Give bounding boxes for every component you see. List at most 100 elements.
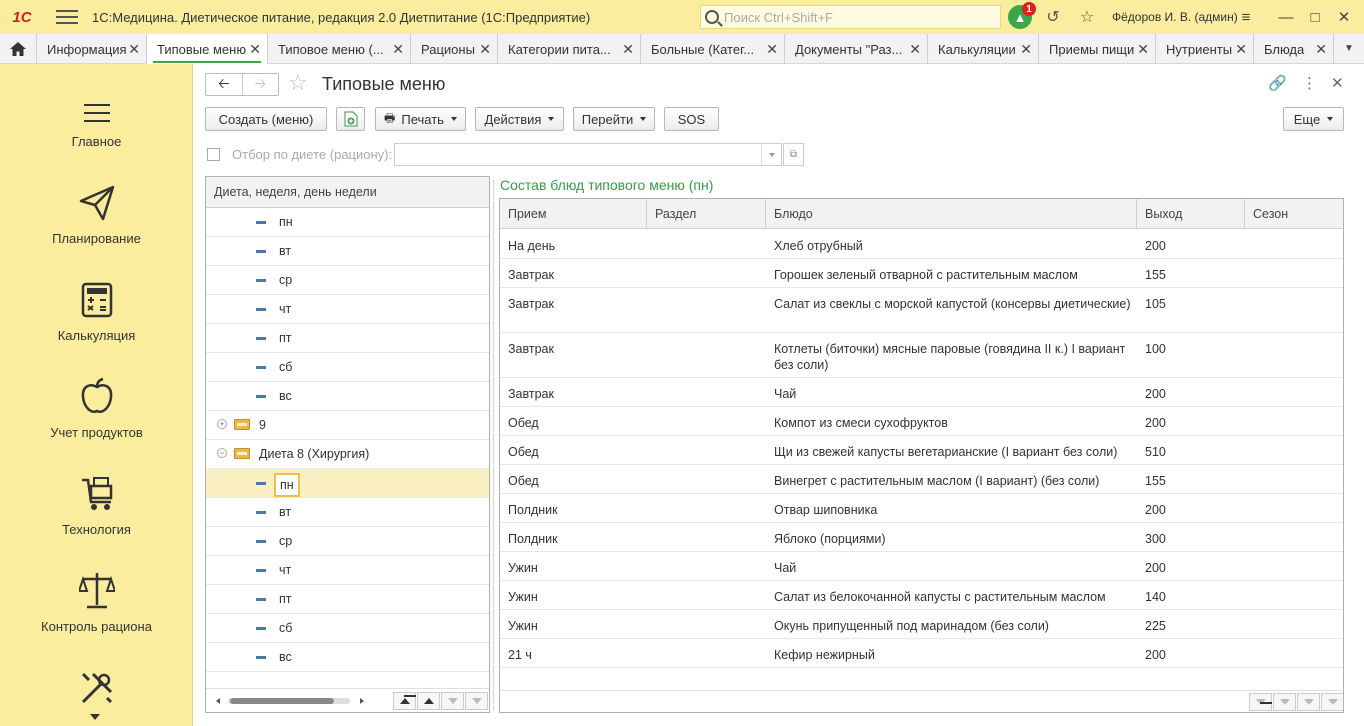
table-row[interactable]: Полдник Яблоко (порциями) 300 xyxy=(500,523,1343,552)
close-tab-icon[interactable]: ✕ xyxy=(392,41,404,58)
diet-filter-open-button[interactable]: ⧉ xyxy=(783,143,804,166)
tree-horizontal-scrollbar[interactable] xyxy=(214,698,364,704)
tree-day-row[interactable]: сб xyxy=(206,353,489,382)
close-tab-icon[interactable]: ✕ xyxy=(1020,41,1032,58)
column-header-dish[interactable]: Блюдо xyxy=(766,199,1137,229)
close-window-button[interactable]: ✕ xyxy=(1329,0,1359,34)
table-first-button[interactable] xyxy=(1249,693,1272,711)
tree-day-row[interactable]: пт xyxy=(206,324,489,353)
close-tab-icon[interactable]: ✕ xyxy=(766,41,778,58)
tree-day-row[interactable]: ср xyxy=(206,266,489,295)
table-row[interactable]: Завтрак Горошек зеленый отварной с растит… xyxy=(500,259,1343,288)
tree-expander-icon[interactable]: + xyxy=(217,419,227,429)
history-icon[interactable]: ↺ xyxy=(1040,7,1066,27)
sidebar-item-technology[interactable]: Технология xyxy=(0,452,193,549)
tree-day-row[interactable]: вс xyxy=(206,382,489,411)
sidebar-item-products[interactable]: Учет продуктов xyxy=(0,355,193,452)
sos-button[interactable]: SOS xyxy=(664,107,719,131)
tab-calculations[interactable]: Калькуляции ✕ xyxy=(928,34,1039,64)
close-tab-icon[interactable]: ✕ xyxy=(1315,41,1327,58)
tree-day-row[interactable]: чт xyxy=(206,295,489,324)
close-tab-icon[interactable]: ✕ xyxy=(622,41,634,58)
tab-typical-menu-item[interactable]: Типовое меню (... ✕ xyxy=(268,34,411,64)
close-tab-icon[interactable]: ✕ xyxy=(909,41,921,58)
tree-day-row[interactable]: ср xyxy=(206,527,489,556)
add-favorite-star-icon[interactable]: ☆ xyxy=(288,70,308,96)
table-row[interactable]: 21 ч Кефир нежирный 200 xyxy=(500,639,1343,668)
tab-info[interactable]: Информация ✕ xyxy=(37,34,147,64)
tab-documents[interactable]: Документы "Раз... ✕ xyxy=(785,34,928,64)
main-menu-icon[interactable] xyxy=(56,10,78,24)
table-row[interactable]: Обед Щи из свежей капусты вегетарианские … xyxy=(500,436,1343,465)
close-form-icon[interactable]: ✕ xyxy=(1331,74,1344,92)
table-last-button[interactable] xyxy=(1321,693,1343,711)
tab-nutrients[interactable]: Нутриенты ✕ xyxy=(1156,34,1254,64)
minimize-button[interactable]: — xyxy=(1271,0,1301,34)
table-row[interactable]: На день Хлеб отрубный 200 xyxy=(500,230,1343,259)
tree-day-row[interactable]: пн xyxy=(206,208,489,237)
sidebar-scroll-down-icon[interactable] xyxy=(90,714,100,720)
sidebar-item-ration-control[interactable]: Контроль рациона xyxy=(0,549,193,646)
tabs-more-dropdown[interactable]: ▼ xyxy=(1334,34,1364,63)
tab-rations[interactable]: Рационы ✕ xyxy=(411,34,498,64)
link-icon[interactable]: 🔗 xyxy=(1268,74,1287,92)
tree-expander-icon[interactable]: − xyxy=(217,448,227,458)
actions-button[interactable]: Действия xyxy=(475,107,564,131)
table-next-button[interactable] xyxy=(1297,693,1320,711)
sidebar-item-main[interactable]: Главное xyxy=(0,64,193,161)
table-prev-button[interactable] xyxy=(1273,693,1296,711)
diet-filter-input[interactable] xyxy=(394,143,782,166)
back-button[interactable]: 🡠 xyxy=(206,74,243,95)
create-menu-button[interactable]: Создать (меню) xyxy=(205,107,327,131)
goto-button[interactable]: Перейти xyxy=(573,107,655,131)
more-vertical-icon[interactable]: ⋮ xyxy=(1302,74,1317,92)
global-search[interactable] xyxy=(700,5,1001,29)
close-tab-icon[interactable]: ✕ xyxy=(1235,41,1247,58)
tree-next-button[interactable] xyxy=(441,692,464,710)
tree-prev-button[interactable] xyxy=(417,692,440,710)
tab-food-categories[interactable]: Категории пита... ✕ xyxy=(498,34,641,64)
close-tab-icon[interactable]: ✕ xyxy=(1137,41,1149,58)
save-excel-button[interactable] xyxy=(336,107,365,131)
tree-group-row[interactable]: − Диета 8 (Хирургия) xyxy=(206,440,489,469)
panel-splitter[interactable] xyxy=(493,180,494,710)
tree-day-row[interactable]: сб xyxy=(206,614,489,643)
tree-day-row[interactable]: чт xyxy=(206,556,489,585)
tree-day-row[interactable]: вс xyxy=(206,643,489,672)
tree-day-row[interactable]: вт xyxy=(206,237,489,266)
tab-dishes[interactable]: Блюда ✕ xyxy=(1254,34,1334,64)
tab-typical-menus[interactable]: Типовые меню ✕ xyxy=(147,34,268,64)
diet-filter-dropdown[interactable] xyxy=(761,144,781,165)
print-button[interactable]: 🖶 Печать xyxy=(375,107,466,131)
table-row[interactable]: Ужин Чай 200 xyxy=(500,552,1343,581)
table-row[interactable]: Ужин Окунь припущенный под маринадом (без… xyxy=(500,610,1343,639)
sidebar-item-calculation[interactable]: Калькуляция xyxy=(0,258,193,355)
maximize-button[interactable]: □ xyxy=(1300,0,1330,34)
sidebar-item-planning[interactable]: Планирование xyxy=(0,161,193,258)
table-row[interactable]: Ужин Салат из белокочанной капусты с раст… xyxy=(500,581,1343,610)
table-row[interactable]: Завтрак Чай 200 xyxy=(500,378,1343,407)
home-button[interactable] xyxy=(0,34,37,64)
table-row[interactable]: Полдник Отвар шиповника 200 xyxy=(500,494,1343,523)
tree-last-button[interactable] xyxy=(465,692,488,710)
table-row[interactable]: Завтрак Котлеты (биточки) мясные паровые … xyxy=(500,333,1343,378)
tree-day-row[interactable]: пн xyxy=(206,469,489,498)
table-row[interactable]: Обед Компот из смеси сухофруктов 200 xyxy=(500,407,1343,436)
settings-lines-icon[interactable]: ≡ xyxy=(1231,0,1261,34)
table-row[interactable]: Обед Винегрет с растительным маслом (I ва… xyxy=(500,465,1343,494)
table-row[interactable]: Завтрак Салат из свеклы с морской капусто… xyxy=(500,288,1343,333)
notifications-bell-icon[interactable]: ▲ 1 xyxy=(1008,2,1036,29)
column-header-section[interactable]: Раздел xyxy=(647,199,766,229)
tree-first-button[interactable] xyxy=(393,692,416,710)
tree-day-row[interactable]: пт xyxy=(206,585,489,614)
forward-button[interactable]: 🡢 xyxy=(243,74,279,95)
column-header-output[interactable]: Выход xyxy=(1137,199,1245,229)
diet-filter-checkbox[interactable] xyxy=(207,148,220,161)
tree-group-row[interactable]: +9 xyxy=(206,411,489,440)
search-input[interactable] xyxy=(724,9,984,25)
favorites-star-icon[interactable]: ☆ xyxy=(1074,7,1100,27)
column-header-meal[interactable]: Прием xyxy=(500,199,647,229)
close-tab-icon[interactable]: ✕ xyxy=(479,41,491,58)
tab-meals[interactable]: Приемы пищи ✕ xyxy=(1039,34,1156,64)
close-tab-icon[interactable]: ✕ xyxy=(128,41,140,58)
